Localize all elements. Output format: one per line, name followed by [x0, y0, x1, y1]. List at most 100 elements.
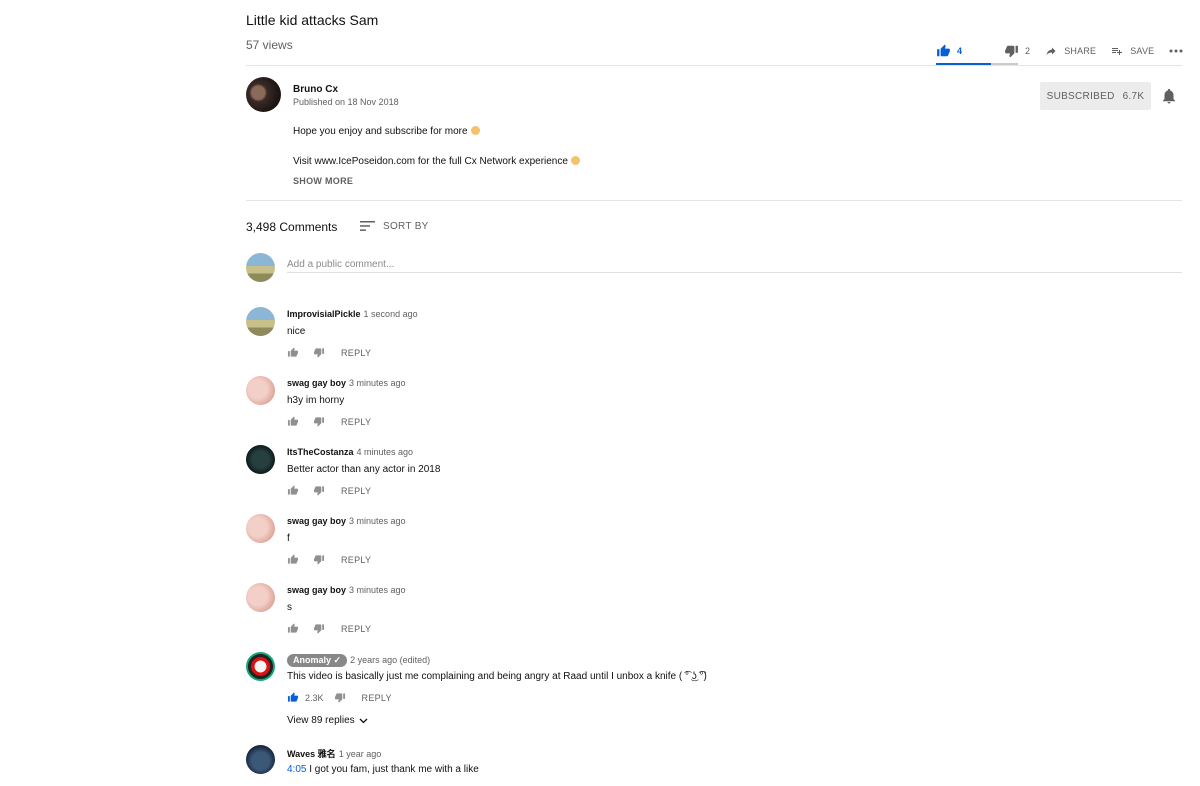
comment-header: swag gay boy 3 minutes ago: [287, 516, 406, 526]
reply-button[interactable]: REPLY: [341, 348, 371, 358]
comment-author[interactable]: ImprovisialPickle: [287, 309, 361, 319]
comment-author[interactable]: swag gay boy: [287, 516, 346, 526]
comment-author[interactable]: Waves 雅名: [287, 749, 336, 759]
comment-actions: REPLY: [287, 485, 371, 496]
comment-time[interactable]: 4 minutes ago: [357, 447, 414, 457]
playlist-add-icon: [1112, 48, 1123, 55]
comments-count: 3,498 Comments: [246, 220, 338, 234]
reply-button[interactable]: REPLY: [341, 624, 371, 634]
thumbs-up-icon[interactable]: [287, 692, 299, 703]
view-count: 57 views: [246, 38, 293, 52]
timestamp-link[interactable]: 4:05: [287, 764, 306, 775]
commenter-avatar[interactable]: [246, 745, 275, 774]
comment-time[interactable]: 1 second ago: [364, 309, 418, 319]
channel-name[interactable]: Bruno Cx: [293, 84, 338, 95]
comment-time[interactable]: 1 year ago: [339, 749, 382, 759]
description-line: Hope you enjoy and subscribe for more: [293, 126, 480, 137]
comment-actions: 2.3K REPLY: [287, 692, 392, 703]
comment-header: ImprovisialPickle 1 second ago: [287, 309, 418, 319]
description-text: Visit www.IcePoseidon.com for the full C…: [293, 156, 568, 167]
comment-author[interactable]: swag gay boy: [287, 378, 346, 388]
share-button[interactable]: SHARE: [1044, 45, 1096, 57]
thumbs-up-icon[interactable]: [287, 485, 299, 496]
comment-author[interactable]: ItsTheCostanza: [287, 447, 354, 457]
like-count: 4: [957, 46, 963, 56]
comment-text: nice: [287, 326, 306, 337]
notification-bell-button[interactable]: [1160, 87, 1178, 110]
thumbs-down-icon[interactable]: [313, 554, 325, 565]
comment-actions: REPLY: [287, 623, 371, 634]
thumbs-up-icon: [937, 44, 950, 57]
comment-text: h3y im horny: [287, 395, 345, 406]
commenter-avatar[interactable]: [246, 652, 275, 681]
description-text: Hope you enjoy and subscribe for more: [293, 126, 468, 137]
channel-avatar[interactable]: [246, 77, 281, 112]
comment-text: f: [287, 533, 290, 544]
video-title: Little kid attacks Sam: [246, 12, 379, 28]
thumbs-down-icon[interactable]: [313, 623, 325, 634]
comment-time[interactable]: 2 years ago (edited): [350, 655, 430, 665]
commenter-avatar[interactable]: [246, 445, 275, 474]
comment-time[interactable]: 3 minutes ago: [349, 516, 406, 526]
comment-text-body: I got you fam, just thank me with a like: [306, 764, 479, 775]
bell-icon: [1163, 88, 1175, 104]
commenter-avatar[interactable]: [246, 376, 275, 405]
thumbs-up-icon[interactable]: [287, 554, 299, 565]
comment-header: swag gay boy 3 minutes ago: [287, 378, 406, 388]
comment-actions: REPLY: [287, 416, 371, 427]
thumbs-down-icon[interactable]: [313, 416, 325, 427]
comment-actions: REPLY: [287, 554, 371, 565]
save-button[interactable]: SAVE: [1110, 45, 1154, 57]
subscriber-count: 6.7K: [1122, 90, 1145, 102]
divider: [246, 65, 1182, 66]
save-label: SAVE: [1130, 46, 1155, 56]
thumbs-up-icon[interactable]: [287, 416, 299, 427]
sort-icon: [360, 221, 375, 231]
dislike-count: 2: [1025, 46, 1031, 56]
comment-header: ItsTheCostanza 4 minutes ago: [287, 447, 413, 457]
view-replies-button[interactable]: View 89 replies: [287, 715, 368, 726]
user-avatar: [246, 253, 275, 282]
reply-button[interactable]: REPLY: [362, 693, 392, 703]
share-icon: [1046, 47, 1056, 55]
hand-emoji-icon: [470, 126, 480, 135]
comment-like-count: 2.3K: [305, 692, 324, 703]
add-comment-input[interactable]: [287, 256, 1182, 273]
reply-button[interactable]: REPLY: [341, 486, 371, 496]
sort-button[interactable]: SORT BY: [360, 220, 429, 232]
more-actions-button[interactable]: [1168, 48, 1190, 54]
comment-time[interactable]: 3 minutes ago: [349, 378, 406, 388]
comment-author[interactable]: swag gay boy: [287, 585, 346, 595]
hand-emoji-icon: [570, 156, 580, 165]
thumbs-up-icon[interactable]: [287, 347, 299, 358]
author-badge[interactable]: Anomaly ✓: [287, 654, 348, 667]
more-horiz-icon: [1169, 49, 1183, 53]
thumbs-down-icon[interactable]: [313, 485, 325, 496]
comment-actions: REPLY: [287, 347, 371, 358]
description-line: Visit www.IcePoseidon.com for the full C…: [293, 156, 580, 167]
reply-button[interactable]: REPLY: [341, 555, 371, 565]
subscribe-button[interactable]: SUBSCRIBED 6.7K: [1040, 82, 1151, 110]
comment-time[interactable]: 3 minutes ago: [349, 585, 406, 595]
view-replies-label: View 89 replies: [287, 715, 355, 726]
commenter-avatar[interactable]: [246, 514, 275, 543]
comment-author: Anomaly: [293, 655, 332, 665]
video-actions: 4 2 SHARE SAVE: [936, 36, 1200, 66]
comment-text: 4:05 I got you fam, just thank me with a…: [287, 764, 479, 775]
commenter-avatar[interactable]: [246, 307, 275, 336]
divider: [246, 200, 1182, 201]
comment-header: Anomaly ✓ 2 years ago (edited): [287, 654, 430, 667]
comment-text: Better actor than any actor in 2018: [287, 464, 441, 475]
dislike-button[interactable]: 2: [1004, 44, 1030, 58]
comment-text: This video is basically just me complain…: [287, 671, 707, 682]
thumbs-down-icon: [1005, 45, 1018, 58]
thumbs-down-icon[interactable]: [313, 347, 325, 358]
chevron-down-icon: [359, 718, 368, 723]
like-button[interactable]: 4: [936, 44, 990, 58]
sort-label: SORT BY: [383, 220, 429, 232]
thumbs-up-icon[interactable]: [287, 623, 299, 634]
show-more-button[interactable]: SHOW MORE: [293, 176, 353, 186]
commenter-avatar[interactable]: [246, 583, 275, 612]
reply-button[interactable]: REPLY: [341, 417, 371, 427]
thumbs-down-icon[interactable]: [334, 692, 346, 703]
